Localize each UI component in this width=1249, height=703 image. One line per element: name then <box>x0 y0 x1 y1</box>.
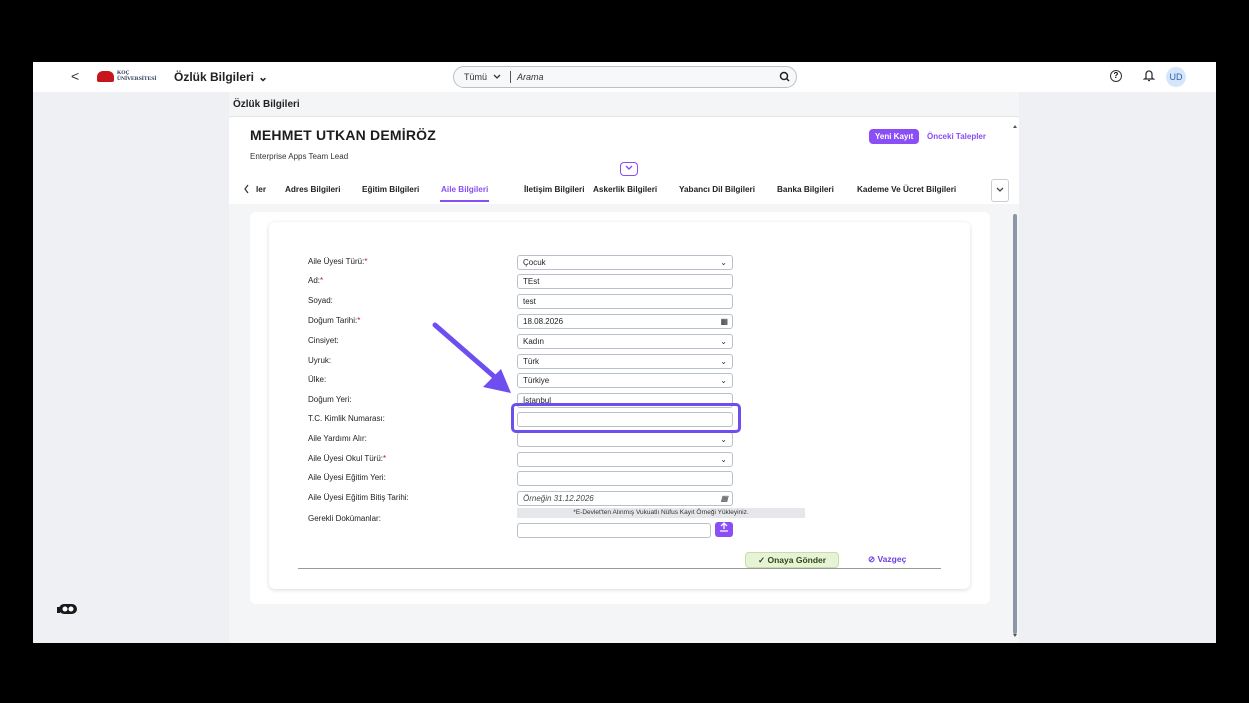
surname-label: Soyad: <box>308 296 333 305</box>
chevron-down-icon: ⌄ <box>720 435 727 444</box>
calendar-icon[interactable]: ▦ <box>720 492 728 505</box>
tab-egitim[interactable]: Eğitim Bilgileri <box>362 185 419 194</box>
app-title: Özlük Bilgileri <box>174 70 255 84</box>
chevron-down-icon: ⌄ <box>720 258 727 267</box>
search-scope-select[interactable]: Tümü <box>454 72 510 82</box>
person-role: Enterprise Apps Team Lead <box>250 152 349 161</box>
birth-place-label: Doğum Yeri: <box>308 395 352 404</box>
object-header: MEHMET UTKAN DEMİRÖZ Enterprise Apps Tea… <box>229 116 1019 204</box>
tab-adres[interactable]: Adres Bilgileri <box>285 185 341 194</box>
member-type-select[interactable]: Çocuk ⌄ <box>517 255 733 270</box>
tab-banka[interactable]: Banka Bilgileri <box>777 185 834 194</box>
chevron-down-icon <box>493 74 501 79</box>
country-select[interactable]: Türkiye ⌄ <box>517 373 733 388</box>
family-aid-label: Aile Yardımı Alır: <box>308 434 367 443</box>
family-form-card: Aile Üyesi Türü:* Çocuk ⌄ Ad:* TEst Soyad… <box>269 222 970 589</box>
tab-aile[interactable]: Aile Bilgileri <box>439 185 490 202</box>
school-type-select[interactable]: ⌄ <box>517 452 733 467</box>
tab-yabanci-dil[interactable]: Yabancı Dil Bilgileri <box>679 185 755 194</box>
university-logo[interactable]: KOÇ ÜNİVERSİTESİ <box>97 70 156 82</box>
cancel-button[interactable]: ⊘ Vazgeç <box>868 554 906 565</box>
edu-end-date-field[interactable]: Örneğin 31.12.2026 ▦ <box>517 491 733 506</box>
search-separator <box>510 71 511 83</box>
edu-end-date-label: Aile Üyesi Eğitim Bitiş Tarihi: <box>308 493 409 502</box>
search-icon[interactable] <box>774 71 796 83</box>
calendar-icon[interactable]: ▦ <box>720 315 728 328</box>
chevron-down-icon: ⌄ <box>720 455 727 464</box>
shell-bar: < KOÇ ÜNİVERSİTESİ Özlük Bilgileri ⌄ Tüm… <box>33 62 1216 92</box>
chevron-down-icon <box>996 187 1004 192</box>
birth-date-field[interactable]: 18.08.2026 ▦ <box>517 314 733 329</box>
search-bar: Tümü Arama <box>453 66 797 88</box>
member-type-label: Aile Üyesi Türü:* <box>308 257 368 266</box>
upload-arrow-icon <box>720 522 728 532</box>
new-record-button[interactable]: Yeni Kayıt <box>869 129 920 144</box>
previous-requests-link[interactable]: Önceki Talepler <box>927 132 986 141</box>
annotation-highlight-box <box>511 403 741 433</box>
page: Özlük Bilgileri MEHMET UTKAN DEMİRÖZ Ent… <box>229 92 1019 643</box>
tab-askerlik[interactable]: Askerlik Bilgileri <box>593 185 657 194</box>
app-frame: < KOÇ ÜNİVERSİTESİ Özlük Bilgileri ⌄ Tüm… <box>33 62 1216 643</box>
avatar[interactable]: UD <box>1166 67 1186 87</box>
help-icon[interactable]: ? <box>1110 70 1122 82</box>
search-input[interactable]: Arama <box>517 72 774 82</box>
upload-icon[interactable] <box>715 522 733 537</box>
submit-for-approval-button[interactable]: ✓ Onaya Gönder <box>745 552 840 568</box>
birth-date-label: Doğum Tarihi:* <box>308 316 361 325</box>
school-type-label: Aile Üyesi Okul Türü:* <box>308 454 387 463</box>
school-place-field[interactable] <box>517 471 733 486</box>
person-name: MEHMET UTKAN DEMİRÖZ <box>250 127 436 143</box>
gender-label: Cinsiyet: <box>308 336 339 345</box>
logo-line-2: ÜNİVERSİTESİ <box>117 76 157 82</box>
gender-select[interactable]: Kadın ⌄ <box>517 334 733 349</box>
tab-iletisim[interactable]: İletişim Bilgileri <box>524 185 585 194</box>
assistant-icon[interactable] <box>55 598 81 624</box>
annotation-arrow-icon <box>432 322 511 393</box>
file-input[interactable] <box>517 523 711 538</box>
family-aid-select[interactable]: ⌄ <box>517 432 733 447</box>
nationality-select[interactable]: Türk ⌄ <box>517 354 733 369</box>
surname-field[interactable]: test <box>517 294 733 309</box>
chevron-down-icon: ⌄ <box>258 70 269 84</box>
back-button[interactable]: < <box>71 68 79 84</box>
documents-label: Gerekli Dokümanlar: <box>308 514 381 523</box>
chevron-left-icon[interactable] <box>243 184 251 194</box>
chevron-down-icon: ⌄ <box>720 337 727 346</box>
tab-genel[interactable]: ler <box>256 185 266 194</box>
country-label: Ülke: <box>308 375 327 384</box>
chevron-down-icon <box>625 165 633 170</box>
name-label: Ad:* <box>308 276 324 285</box>
document-note: *E-Devlet'ten Alınmış Vukuatlı Nüfus Kay… <box>517 508 805 518</box>
school-place-label: Aile Üyesi Eğitim Yeri: <box>308 473 386 482</box>
chevron-down-icon: ⌄ <box>720 357 727 366</box>
page-title: Özlük Bilgileri <box>233 99 300 110</box>
scrollbar-thumb[interactable] <box>1013 214 1017 634</box>
logo-mark-icon <box>97 70 114 82</box>
chevron-down-icon: ⌄ <box>720 376 727 385</box>
tab-bar: ler Adres Bilgileri Eğitim Bilgileri Ail… <box>229 179 1019 205</box>
search-scope-label: Tümü <box>464 72 488 82</box>
name-field[interactable]: TEst <box>517 274 733 289</box>
bell-icon[interactable] <box>1143 68 1155 82</box>
tc-no-label: T.C. Kimlik Numarası: <box>308 414 385 423</box>
card-divider <box>298 568 941 569</box>
collapse-header-button[interactable] <box>620 162 638 176</box>
tab-overflow-button[interactable] <box>991 179 1009 202</box>
app-title-menu[interactable]: Özlük Bilgileri ⌄ <box>174 70 268 84</box>
nationality-label: Uyruk: <box>308 356 332 365</box>
tab-kademe[interactable]: Kademe Ve Ücret Bilgileri <box>857 185 956 194</box>
